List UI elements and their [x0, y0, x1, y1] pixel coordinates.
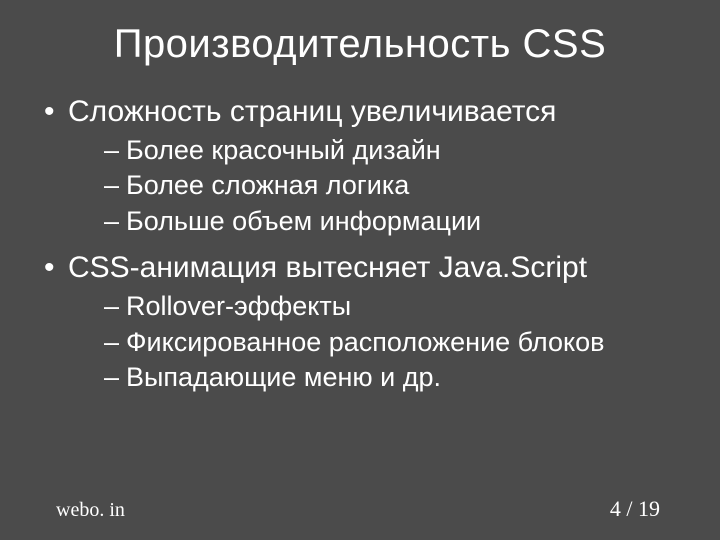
slide: Производительность CSS Сложность страниц… — [0, 0, 720, 540]
sub-bullet-item: Rollover-эффекты — [104, 289, 690, 325]
sub-bullet-item: Больше объем информации — [104, 204, 690, 240]
slide-title: Производительность CSS — [0, 0, 720, 85]
sub-bullet-item: Фиксированное расположение блоков — [104, 325, 690, 361]
page-current: 4 — [610, 496, 621, 521]
bullet-text: CSS-анимация вытесняет Java.Script — [68, 251, 587, 284]
sub-bullet-item: Более сложная логика — [104, 168, 690, 204]
sub-bullet-list: Rollover-эффекты Фиксированное расположе… — [68, 289, 690, 396]
bullet-list: Сложность страниц увеличивается Более кр… — [38, 93, 690, 396]
bullet-item: Сложность страниц увеличивается Более кр… — [38, 93, 690, 239]
sub-bullet-item: Выпадающие меню и др. — [104, 360, 690, 396]
page-total: 19 — [638, 496, 660, 521]
sub-bullet-item: Более красочный дизайн — [104, 133, 690, 169]
bullet-item: CSS-анимация вытесняет Java.Script Rollo… — [38, 249, 690, 395]
bullet-text: Сложность страниц увеличивается — [68, 95, 556, 128]
slide-footer: webo. in 4 / 19 — [0, 496, 720, 522]
page-sep: / — [621, 496, 638, 521]
footer-page: 4 / 19 — [610, 496, 660, 522]
sub-bullet-list: Более красочный дизайн Более сложная лог… — [68, 133, 690, 240]
slide-content: Сложность страниц увеличивается Более кр… — [0, 93, 720, 396]
footer-site: webo. in — [56, 499, 125, 522]
